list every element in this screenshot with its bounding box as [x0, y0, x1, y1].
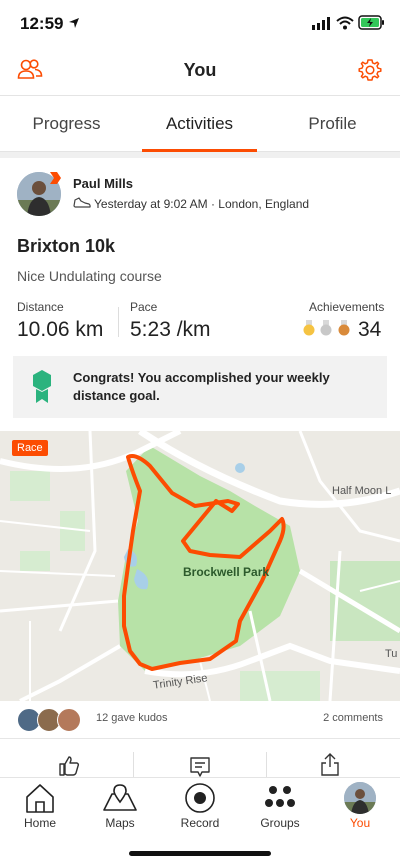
- record-icon: [185, 783, 215, 813]
- tabbar-maps-label: Maps: [105, 816, 135, 830]
- goal-congrats-banner[interactable]: Congrats! You accomplished your weekly d…: [13, 356, 387, 418]
- settings-gear-icon[interactable]: [358, 58, 382, 82]
- tabbar-record[interactable]: Record: [160, 778, 240, 838]
- tabbar-maps[interactable]: Maps: [80, 778, 160, 838]
- tabbar-home[interactable]: Home: [0, 778, 80, 838]
- park-label: Brockwell Park: [183, 565, 270, 579]
- action-divider: [266, 752, 267, 778]
- home-indicator: [129, 851, 271, 856]
- pace-label: Pace: [130, 300, 158, 314]
- road-label-half-moon: Half Moon L: [332, 485, 392, 497]
- tab-activities[interactable]: Activities: [133, 96, 266, 152]
- map-icon: [103, 784, 137, 811]
- tabbar-groups[interactable]: Groups: [240, 778, 320, 838]
- tab-profile[interactable]: Profile: [266, 96, 399, 152]
- kudos-count[interactable]: 12 gave kudos: [96, 712, 168, 724]
- cellular-signal-icon: [312, 17, 330, 30]
- kudos-avatar: [57, 708, 81, 732]
- activity-description: Nice Undulating course: [17, 268, 162, 284]
- tabbar-you-label: You: [349, 816, 371, 830]
- stat-divider: [118, 307, 119, 337]
- status-time: 12:59: [20, 14, 64, 33]
- top-header: You: [0, 46, 400, 94]
- wifi-icon: [336, 16, 354, 30]
- activity-meta: Yesterday at 9:02 AM · London, England: [94, 197, 310, 211]
- segmented-tabs: Progress Activities Profile: [0, 95, 400, 152]
- tabbar-home-label: Home: [23, 816, 56, 830]
- home-icon: [26, 784, 54, 813]
- road-label-tu: Tu: [385, 648, 398, 660]
- tab-progress[interactable]: Progress: [0, 96, 133, 152]
- tabbar-record-label: Record: [180, 816, 220, 830]
- achievements-count: 34: [358, 318, 382, 341]
- tabbar-you[interactable]: You: [320, 778, 400, 838]
- kudos-thumb-icon[interactable]: [58, 754, 80, 776]
- achievements-label: Achievements: [309, 300, 385, 314]
- distance-label: Distance: [17, 300, 64, 314]
- comment-icon[interactable]: [189, 756, 211, 778]
- action-divider: [133, 752, 134, 778]
- status-bar: 12:59: [0, 0, 400, 46]
- battery-icon: [358, 15, 384, 30]
- activity-actions: [0, 740, 400, 778]
- race-badge: Race: [12, 440, 48, 456]
- groups-icon: [265, 786, 295, 807]
- route-map[interactable]: Brockwell Park Half Moon L Trinity Rise …: [0, 431, 400, 701]
- tabbar-groups-label: Groups: [260, 816, 300, 830]
- comments-count[interactable]: 2 comments: [323, 712, 383, 724]
- distance-value: 10.06 km: [17, 318, 104, 341]
- activity-title[interactable]: Brixton 10k: [17, 236, 115, 257]
- you-avatar: [344, 782, 376, 814]
- achievement-medals-icon: [303, 320, 350, 336]
- goal-badge-icon: [33, 370, 51, 403]
- athlete-name[interactable]: Paul Mills: [73, 176, 133, 191]
- location-arrow-icon: [69, 18, 79, 28]
- page-title: You: [183, 60, 217, 80]
- run-shoe-icon: [73, 197, 91, 208]
- subscriber-badge-icon: [50, 172, 61, 184]
- congrats-text: Congrats! You accomplished your weekly d…: [73, 370, 330, 403]
- pace-value: 5:23 /km: [130, 318, 211, 341]
- section-divider: [0, 152, 400, 158]
- share-icon[interactable]: [320, 752, 340, 776]
